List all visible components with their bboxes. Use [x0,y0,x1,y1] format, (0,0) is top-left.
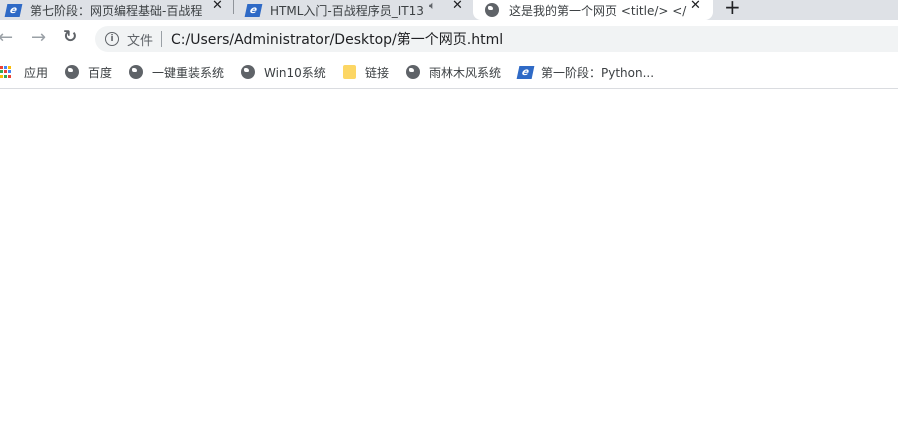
folder-icon [343,65,356,79]
globe-icon [65,65,79,79]
bookmark-yulin[interactable]: 雨林木风系统 [406,64,501,80]
blue-e-icon: e [516,65,535,79]
tab-title: 第七阶段：网页编程基础-百战程 [30,3,202,18]
tab-html-intro[interactable]: e HTML入门-百战程序员_IT13 🔈︎ ✕ [236,0,470,20]
browser-toolbar: ← → ↻ i 文件 C:/Users/Administrator/Deskto… [0,20,898,58]
blue-e-icon: e [4,3,23,17]
back-button[interactable]: ← [0,27,13,48]
bookmark-label: 百度 [88,65,113,80]
bookmark-label: 一键重装系统 [152,65,225,80]
speaker-icon[interactable]: 🔈︎ [429,0,436,13]
close-icon[interactable]: ✕ [452,0,463,13]
scheme-label: 文件 [127,33,154,49]
bookmarks-bar: 应用 百度 一键重装系统 Win10系统 链接 雨林木风系统 e 第一阶段：Py… [0,58,898,89]
globe-icon [129,65,143,79]
close-icon[interactable]: ✕ [690,0,701,13]
bookmark-win10[interactable]: Win10系统 [241,64,326,80]
tab-title: 这是我的第一个网页 <title/> </ [509,3,687,18]
bookmark-python-stage[interactable]: e 第一阶段：Python... [516,64,655,80]
tab-strip: e 第七阶段：网页编程基础-百战程 ✕ e HTML入门-百战程序员_IT13 … [0,0,898,20]
bookmark-reinstall-system[interactable]: 一键重装系统 [129,64,224,80]
bookmark-label: 应用 [24,65,49,80]
reload-button[interactable]: ↻ [63,27,77,47]
bookmark-label: 第一阶段：Python... [541,65,655,80]
bookmark-label: 链接 [365,65,390,80]
apps-grid-icon [0,66,12,78]
address-bar[interactable]: i 文件 C:/Users/Administrator/Desktop/第一个网… [95,26,898,52]
globe-icon [406,65,420,79]
globe-icon [241,65,255,79]
tab-title: HTML入门-百战程序员_IT13 [270,3,424,18]
bookmark-links-folder[interactable]: 链接 [343,64,389,80]
tab-first-webpage[interactable]: 这是我的第一个网页 <title/> </ ✕ [473,0,713,20]
bookmark-apps[interactable]: 应用 [0,64,48,80]
globe-icon [485,3,499,17]
close-icon[interactable]: ✕ [212,0,223,13]
bookmark-label: Win10系统 [264,65,326,80]
page-content [0,89,898,445]
forward-button[interactable]: → [31,27,46,48]
blue-e-icon: e [244,3,263,17]
tab-web-programming[interactable]: e 第七阶段：网页编程基础-百战程 ✕ [0,0,232,20]
bookmark-label: 雨林木风系统 [429,65,502,80]
bookmark-baidu[interactable]: 百度 [65,64,112,80]
new-tab-button[interactable]: + [724,0,741,19]
url-text[interactable]: C:/Users/Administrator/Desktop/第一个网页.htm… [171,29,503,49]
info-icon[interactable]: i [105,32,119,46]
divider [161,31,163,47]
tab-separator [233,0,234,14]
